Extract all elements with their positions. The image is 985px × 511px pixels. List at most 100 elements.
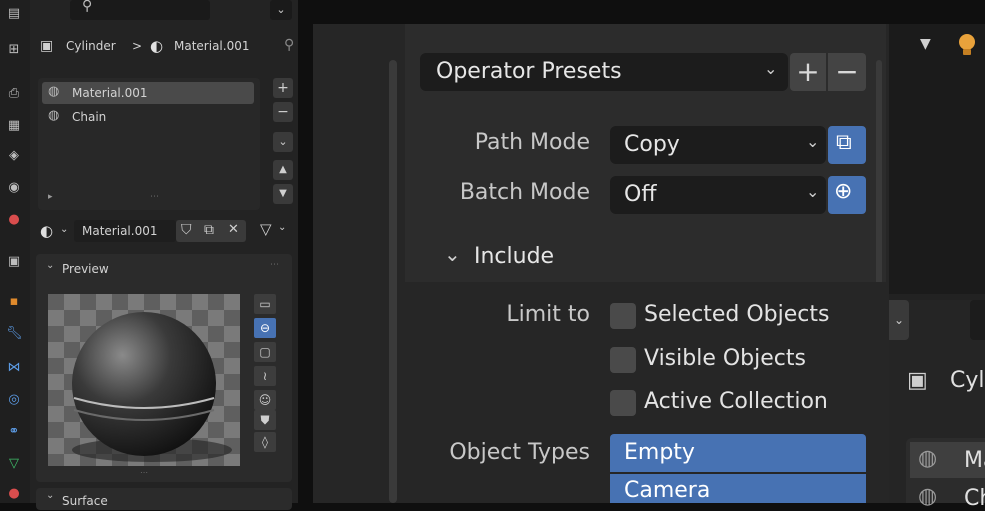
node-link-dropdown[interactable]: ▽ ⌄: [258, 220, 292, 242]
include-section-header[interactable]: ⌄ Include: [440, 242, 640, 272]
resize-grip-icon[interactable]: ⋯: [150, 192, 159, 202]
drag-handle-icon[interactable]: ⋯: [270, 260, 279, 270]
mesh-data-tab-icon[interactable]: ▽: [6, 456, 22, 472]
fake-user-shield-icon[interactable]: ⛉: [181, 222, 192, 238]
surface-panel-header[interactable]: ⌄ Surface: [36, 488, 292, 510]
preview-cloth-button[interactable]: ⛊: [254, 410, 276, 430]
preview-panel-header[interactable]: ⌄ Preview ⋯: [36, 254, 292, 280]
material-sphere-icon: ◐: [40, 222, 54, 240]
render-tab-icon[interactable]: ⊞: [6, 42, 22, 58]
collapse-chevron-icon: ⌄: [46, 260, 55, 271]
chevron-down-icon: ⌄: [806, 182, 820, 201]
material-slot-label: Chain: [72, 110, 107, 124]
options-dropdown[interactable]: ⌄: [270, 0, 292, 20]
object-type-label: Empty: [624, 440, 695, 465]
object-tab-icon[interactable]: ▪: [6, 294, 22, 310]
preview-cube-button[interactable]: ▢: [254, 342, 276, 362]
modifier-wrench-icon[interactable]: 🔧︎: [6, 326, 23, 342]
preview-monkey-button[interactable]: ☺: [254, 390, 276, 410]
material-slot-icon: ◍: [48, 84, 60, 99]
material-slot-icon: ◍: [918, 446, 938, 471]
material-slot-list: ◍ Material.001 ◍ Chain ▸ ⋯: [38, 78, 260, 210]
batch-mode-toggle-button[interactable]: ⊕: [828, 176, 866, 214]
move-up-button[interactable]: ▲: [273, 160, 293, 180]
material-name-field[interactable]: Material.001: [74, 220, 176, 242]
pin-icon[interactable]: ⚲: [284, 37, 294, 53]
search-field[interactable]: [970, 300, 985, 340]
material-actions: ⛉ ⧉ ✕: [176, 220, 246, 242]
particles-tab-icon[interactable]: ⋈: [6, 360, 22, 376]
breadcrumb-object: Cylinder: [66, 39, 116, 53]
operator-presets-label: Operator Presets: [436, 59, 622, 84]
preview-fluid-button[interactable]: ◊: [254, 432, 276, 452]
material-tab-icon[interactable]: ●: [6, 486, 22, 502]
selected-objects-label: Selected Objects: [644, 302, 830, 327]
object-type-empty[interactable]: Empty: [610, 434, 866, 472]
list-item[interactable]: ◍ Chain: [42, 106, 254, 128]
material-preview-image: [48, 294, 240, 466]
move-down-button[interactable]: ▼: [273, 184, 293, 204]
path-mode-label: Path Mode: [474, 130, 590, 155]
visible-objects-checkbox[interactable]: [610, 347, 636, 373]
object-data-tab-icon[interactable]: ▣: [6, 254, 22, 270]
copy-files-icon: ⧉: [836, 130, 852, 155]
add-slot-button[interactable]: +: [273, 78, 293, 98]
active-collection-checkbox[interactable]: [610, 390, 636, 416]
surface-panel-title: Surface: [62, 494, 108, 508]
close-icon[interactable]: ✕: [228, 222, 239, 237]
output-tab-icon[interactable]: ⎙: [6, 86, 22, 102]
slot-specials-button[interactable]: ⌄: [273, 132, 293, 152]
tool-icon[interactable]: ▤: [6, 6, 22, 22]
batch-mode-dropdown[interactable]: Off ⌄: [610, 176, 826, 214]
filter-dropdown[interactable]: ⌄: [889, 300, 909, 340]
list-item-selected[interactable]: ◍ Material.001: [42, 82, 254, 104]
limit-to-label: Limit to: [506, 302, 590, 327]
active-collection-label: Active Collection: [644, 389, 828, 414]
preview-sphere-button[interactable]: ⊖: [254, 318, 276, 338]
chevron-down-icon: ⌄: [806, 132, 820, 151]
light-bulb-icon[interactable]: [956, 32, 978, 58]
properties-tab-strip: ▤ ⊞ ⎙ ▦ ◈ ◉ ● ▣ ▪ 🔧︎ ⋈ ◎ ⚭ ▽ ●: [0, 0, 30, 503]
add-preset-button[interactable]: +: [790, 53, 826, 91]
search-field[interactable]: ⚲: [70, 0, 210, 20]
path-mode-dropdown[interactable]: Copy ⌄: [610, 126, 826, 164]
breadcrumb-separator: >: [132, 39, 143, 53]
selected-objects-checkbox[interactable]: [610, 303, 636, 329]
mesh-object-icon: ▣: [907, 368, 928, 393]
dropdown-triangle-icon[interactable]: ▼: [920, 36, 931, 52]
object-label: Cyl: [950, 368, 985, 393]
constraints-tab-icon[interactable]: ⚭: [6, 424, 22, 440]
physics-tab-icon[interactable]: ◎: [6, 392, 22, 408]
mesh-object-icon: ▣: [40, 38, 54, 54]
chevron-down-icon: ⌄: [764, 59, 778, 78]
world-tab-icon[interactable]: ◉: [6, 180, 22, 196]
remove-preset-button[interactable]: −: [828, 53, 866, 91]
list-item[interactable]: ◍ Ch: [910, 482, 985, 511]
properties-panel: ⚲ ⌄ ▣ Cylinder > ◐ Material.001 ⚲ ◍ Mate…: [30, 0, 298, 510]
material-slot-icon: ◍: [918, 484, 938, 509]
duplicate-icon[interactable]: ⧉: [204, 222, 214, 238]
view-layer-tab-icon[interactable]: ▦: [6, 118, 22, 134]
breadcrumb-material: Material.001: [174, 39, 250, 53]
list-item-selected[interactable]: ◍ Ma: [910, 442, 985, 478]
material-slot-icon: ◍: [48, 108, 60, 123]
operator-presets-dropdown[interactable]: Operator Presets ⌄: [420, 53, 788, 91]
scrollbar[interactable]: [389, 60, 397, 503]
chevron-down-icon: ⌄: [278, 222, 287, 233]
material-sphere-icon: ◐: [150, 37, 164, 55]
collection-tab-icon[interactable]: ●: [6, 212, 22, 228]
remove-slot-button[interactable]: −: [273, 102, 293, 122]
object-types-label: Object Types: [449, 440, 590, 465]
chevron-down-icon: ⌄: [60, 224, 69, 235]
collapse-chevron-icon: ⌄: [444, 242, 461, 266]
collapse-chevron-icon: ⌄: [46, 490, 55, 501]
path-mode-toggle-button[interactable]: ⧉: [828, 126, 866, 164]
scene-tab-icon[interactable]: ◈: [6, 148, 22, 164]
preview-panel-title: Preview: [62, 262, 109, 276]
expand-arrow-icon[interactable]: ▸: [48, 192, 53, 202]
material-browse-button[interactable]: ◐ ⌄: [40, 222, 74, 242]
preview-hair-button[interactable]: ≀: [254, 366, 276, 386]
resize-grip-icon[interactable]: ⋯: [140, 468, 148, 477]
preview-flat-button[interactable]: ▭: [254, 294, 276, 314]
object-type-camera[interactable]: Camera: [610, 474, 866, 503]
